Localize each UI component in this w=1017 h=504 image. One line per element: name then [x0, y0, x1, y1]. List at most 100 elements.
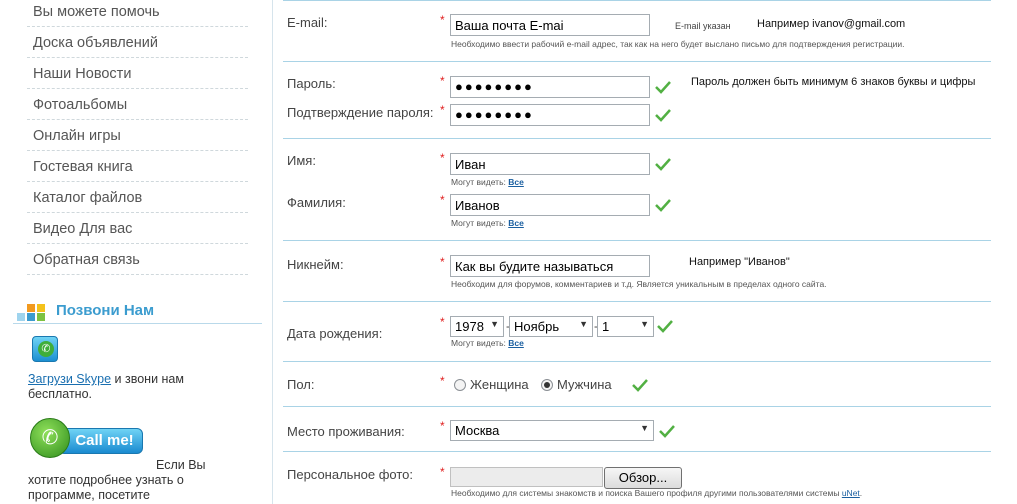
sidebar-item-video[interactable]: Видео Для вас: [27, 213, 248, 244]
call-desc-rest: хотите подробнее узнать о программе, пос…: [28, 473, 184, 502]
sidebar-item-label: Гостевая книга: [33, 159, 133, 175]
call-me-label: Call me!: [58, 428, 143, 454]
photo-label: Персональное фото:: [287, 467, 413, 482]
password-confirm-field[interactable]: ●●●●●●●●: [450, 104, 650, 126]
email-hint: Необходимо ввести рабочий e-mail адрес, …: [451, 39, 905, 49]
check-icon: [655, 109, 671, 122]
sidebar-item-help[interactable]: Вы можете помочь: [27, 0, 248, 27]
call-us-title: Позвони Нам: [56, 302, 155, 319]
gender-male-label[interactable]: Мужчина: [557, 377, 612, 392]
call-description: Если Вы хотите подробнее узнать о програ…: [28, 458, 248, 503]
registration-form: E-mail: * Ваша почта E-mai E-mail указан…: [272, 0, 1017, 504]
check-icon: [659, 425, 675, 438]
email-field[interactable]: Ваша почта E-mai: [450, 14, 650, 36]
browse-button[interactable]: Обзор...: [604, 467, 682, 489]
required-mark: *: [440, 103, 445, 117]
divider: [283, 301, 991, 302]
visibility-hint: Могут видеть: Все: [451, 218, 524, 228]
sidebar-item-games[interactable]: Онлайн игры: [27, 120, 248, 151]
photo-file-field[interactable]: [450, 467, 603, 487]
sidebar-item-label: Обратная связь: [33, 252, 140, 268]
gender-female-radio[interactable]: [454, 379, 466, 391]
divider: [283, 361, 991, 362]
sidebar-item-news[interactable]: Наши Новости: [27, 58, 248, 89]
sidebar-item-label: Видео Для вас: [33, 221, 133, 237]
required-mark: *: [440, 255, 445, 269]
required-mark: *: [440, 374, 445, 388]
city-select[interactable]: Москва ▼: [450, 420, 654, 441]
sidebar-menu: Вы можете помочь Доска объявлений Наши Н…: [27, 0, 248, 275]
sidebar-item-guestbook[interactable]: Гостевая книга: [27, 151, 248, 182]
sidebar: Вы можете помочь Доска объявлений Наши Н…: [0, 0, 262, 504]
first-name-field[interactable]: Иван: [450, 153, 650, 175]
password-note: Пароль должен быть минимум 6 знаков букв…: [691, 76, 976, 88]
birth-month-select[interactable]: Ноябрь ▼: [509, 316, 593, 337]
dropdown-arrow-icon: ▼: [640, 319, 649, 329]
check-icon: [655, 158, 671, 171]
check-icon: [657, 320, 673, 333]
visibility-link[interactable]: Все: [508, 218, 524, 228]
gender-male-radio[interactable]: [541, 379, 553, 391]
sidebar-item-feedback[interactable]: Обратная связь: [27, 244, 248, 275]
sidebar-item-label: Вы можете помочь: [33, 4, 160, 20]
sidebar-item-files[interactable]: Каталог файлов: [27, 182, 248, 213]
visibility-link[interactable]: Все: [508, 177, 524, 187]
email-label: E-mail:: [287, 15, 328, 30]
password-confirm-label: Подтверждение пароля:: [287, 105, 434, 120]
visibility-hint: Могут видеть: Все: [451, 338, 524, 348]
skype-icon[interactable]: ✆: [32, 336, 58, 362]
birthdate-label: Дата рождения:: [287, 326, 383, 341]
call-us-header: Позвони Нам: [13, 300, 262, 324]
gender-label: Пол:: [287, 377, 315, 392]
nickname-field[interactable]: Как вы будите называться: [450, 255, 650, 277]
dropdown-arrow-icon: ▼: [490, 319, 499, 329]
sidebar-item-label: Доска объявлений: [33, 35, 158, 51]
city-label: Место проживания:: [287, 424, 405, 439]
birth-year-select[interactable]: 1978 ▼: [450, 316, 504, 337]
gender-female-label[interactable]: Женщина: [470, 377, 529, 392]
sidebar-item-label: Онлайн игры: [33, 128, 121, 144]
last-name-label: Фамилия:: [287, 195, 346, 210]
sidebar-item-label: Наши Новости: [33, 66, 132, 82]
password-field[interactable]: ●●●●●●●●: [450, 76, 650, 98]
unet-link[interactable]: uNet: [842, 488, 860, 498]
last-name-field[interactable]: Иванов: [450, 194, 650, 216]
required-mark: *: [440, 193, 445, 207]
check-icon: [655, 81, 671, 94]
sidebar-item-label: Каталог файлов: [33, 190, 143, 206]
skype-description: Загрузи Skype и звони нам бесплатно.: [28, 372, 248, 402]
first-name-label: Имя:: [287, 153, 316, 168]
divider: [283, 451, 991, 452]
visibility-link[interactable]: Все: [508, 338, 524, 348]
dropdown-arrow-icon: ▼: [640, 423, 649, 433]
required-mark: *: [440, 465, 445, 479]
password-label: Пароль:: [287, 76, 336, 91]
required-mark: *: [440, 151, 445, 165]
check-icon: [632, 379, 648, 392]
divider: [283, 138, 991, 139]
nickname-hint: Необходим для форумов, комментариев и т.…: [451, 279, 827, 289]
visibility-hint: Могут видеть: Все: [451, 177, 524, 187]
required-mark: *: [440, 315, 445, 329]
divider: [283, 0, 991, 1]
divider: [283, 240, 991, 241]
nickname-label: Никнейм:: [287, 257, 344, 272]
required-mark: *: [440, 13, 445, 27]
phone-icon: ✆: [30, 418, 70, 458]
email-status: E-mail указан: [675, 21, 731, 31]
sidebar-item-label: Фотоальбомы: [33, 97, 128, 113]
ucoz-logo-icon: [13, 304, 49, 322]
sidebar-item-photos[interactable]: Фотоальбомы: [27, 89, 248, 120]
sidebar-item-board[interactable]: Доска объявлений: [27, 27, 248, 58]
call-me-button[interactable]: Call me! ✆: [30, 418, 143, 458]
divider: [283, 406, 991, 407]
required-mark: *: [440, 74, 445, 88]
check-icon: [655, 199, 671, 212]
call-desc-line1: Если Вы: [156, 458, 206, 472]
email-example: Например ivanov@gmail.com: [757, 18, 906, 30]
birth-day-select[interactable]: 1 ▼: [597, 316, 654, 337]
download-skype-link[interactable]: Загрузи Skype: [28, 372, 111, 386]
required-mark: *: [440, 419, 445, 433]
divider: [283, 61, 991, 62]
nickname-example: Например "Иванов": [689, 256, 790, 268]
